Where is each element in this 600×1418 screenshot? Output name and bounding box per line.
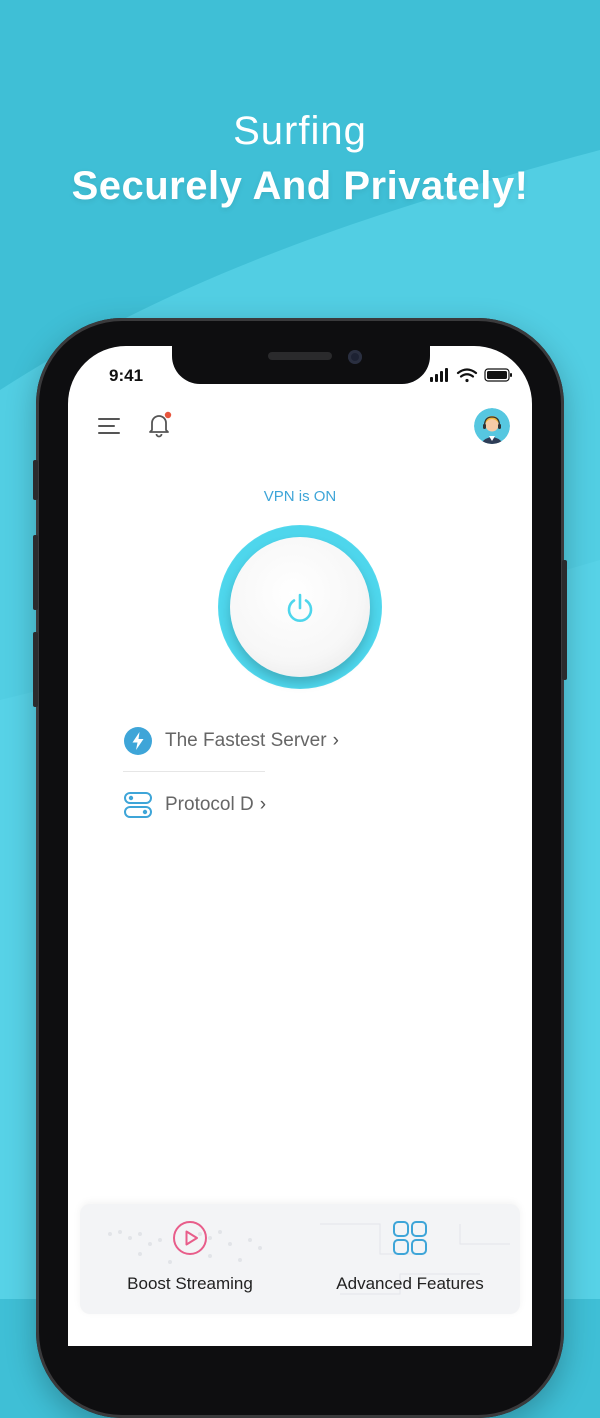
advanced-features-label: Advanced Features (336, 1274, 484, 1293)
speaker (268, 352, 332, 360)
boost-streaming-label: Boost Streaming (127, 1274, 253, 1293)
bell-icon[interactable] (144, 410, 174, 440)
chevron-right-icon: › (259, 794, 267, 815)
chevron-right-icon: › (332, 730, 339, 751)
headline-line2: Securely And Privately! (71, 164, 529, 208)
agent-icon (474, 408, 510, 444)
wifi-icon (456, 368, 478, 383)
signal-icon (430, 368, 448, 382)
lightning-icon (124, 727, 152, 755)
battery-icon (484, 368, 512, 382)
headline: Surfing Securely And Privately! (0, 106, 600, 216)
support-agent-avatar[interactable] (474, 408, 510, 444)
front-camera (348, 350, 362, 364)
server-label: The Fastest Server (165, 730, 327, 751)
notification-badge (164, 411, 172, 419)
volume-up-button (33, 535, 38, 610)
notch (172, 338, 430, 384)
feature-card: Boost Streaming Advanced Features (80, 1204, 520, 1314)
protocol-label: Protocol D (165, 794, 254, 815)
toggle-icon (124, 792, 152, 818)
protocol-selector[interactable]: Protocol D › (123, 788, 266, 822)
power-icon (287, 593, 313, 622)
status-icons (430, 368, 512, 383)
status-time: 9:41 (109, 366, 144, 385)
vpn-status-text: VPN is ON (263, 488, 337, 505)
server-selector[interactable]: The Fastest Server › (123, 724, 339, 758)
boost-streaming-tile[interactable]: Boost Streaming (80, 1204, 300, 1314)
grid-icon (393, 1221, 427, 1255)
power-side-button (562, 560, 567, 680)
play-circle-icon (173, 1221, 207, 1255)
divider (123, 771, 265, 772)
menu-icon[interactable] (96, 414, 122, 438)
advanced-features-tile[interactable]: Advanced Features (300, 1204, 520, 1314)
headline-line1: Surfing (233, 109, 367, 153)
volume-down-button (33, 632, 38, 707)
